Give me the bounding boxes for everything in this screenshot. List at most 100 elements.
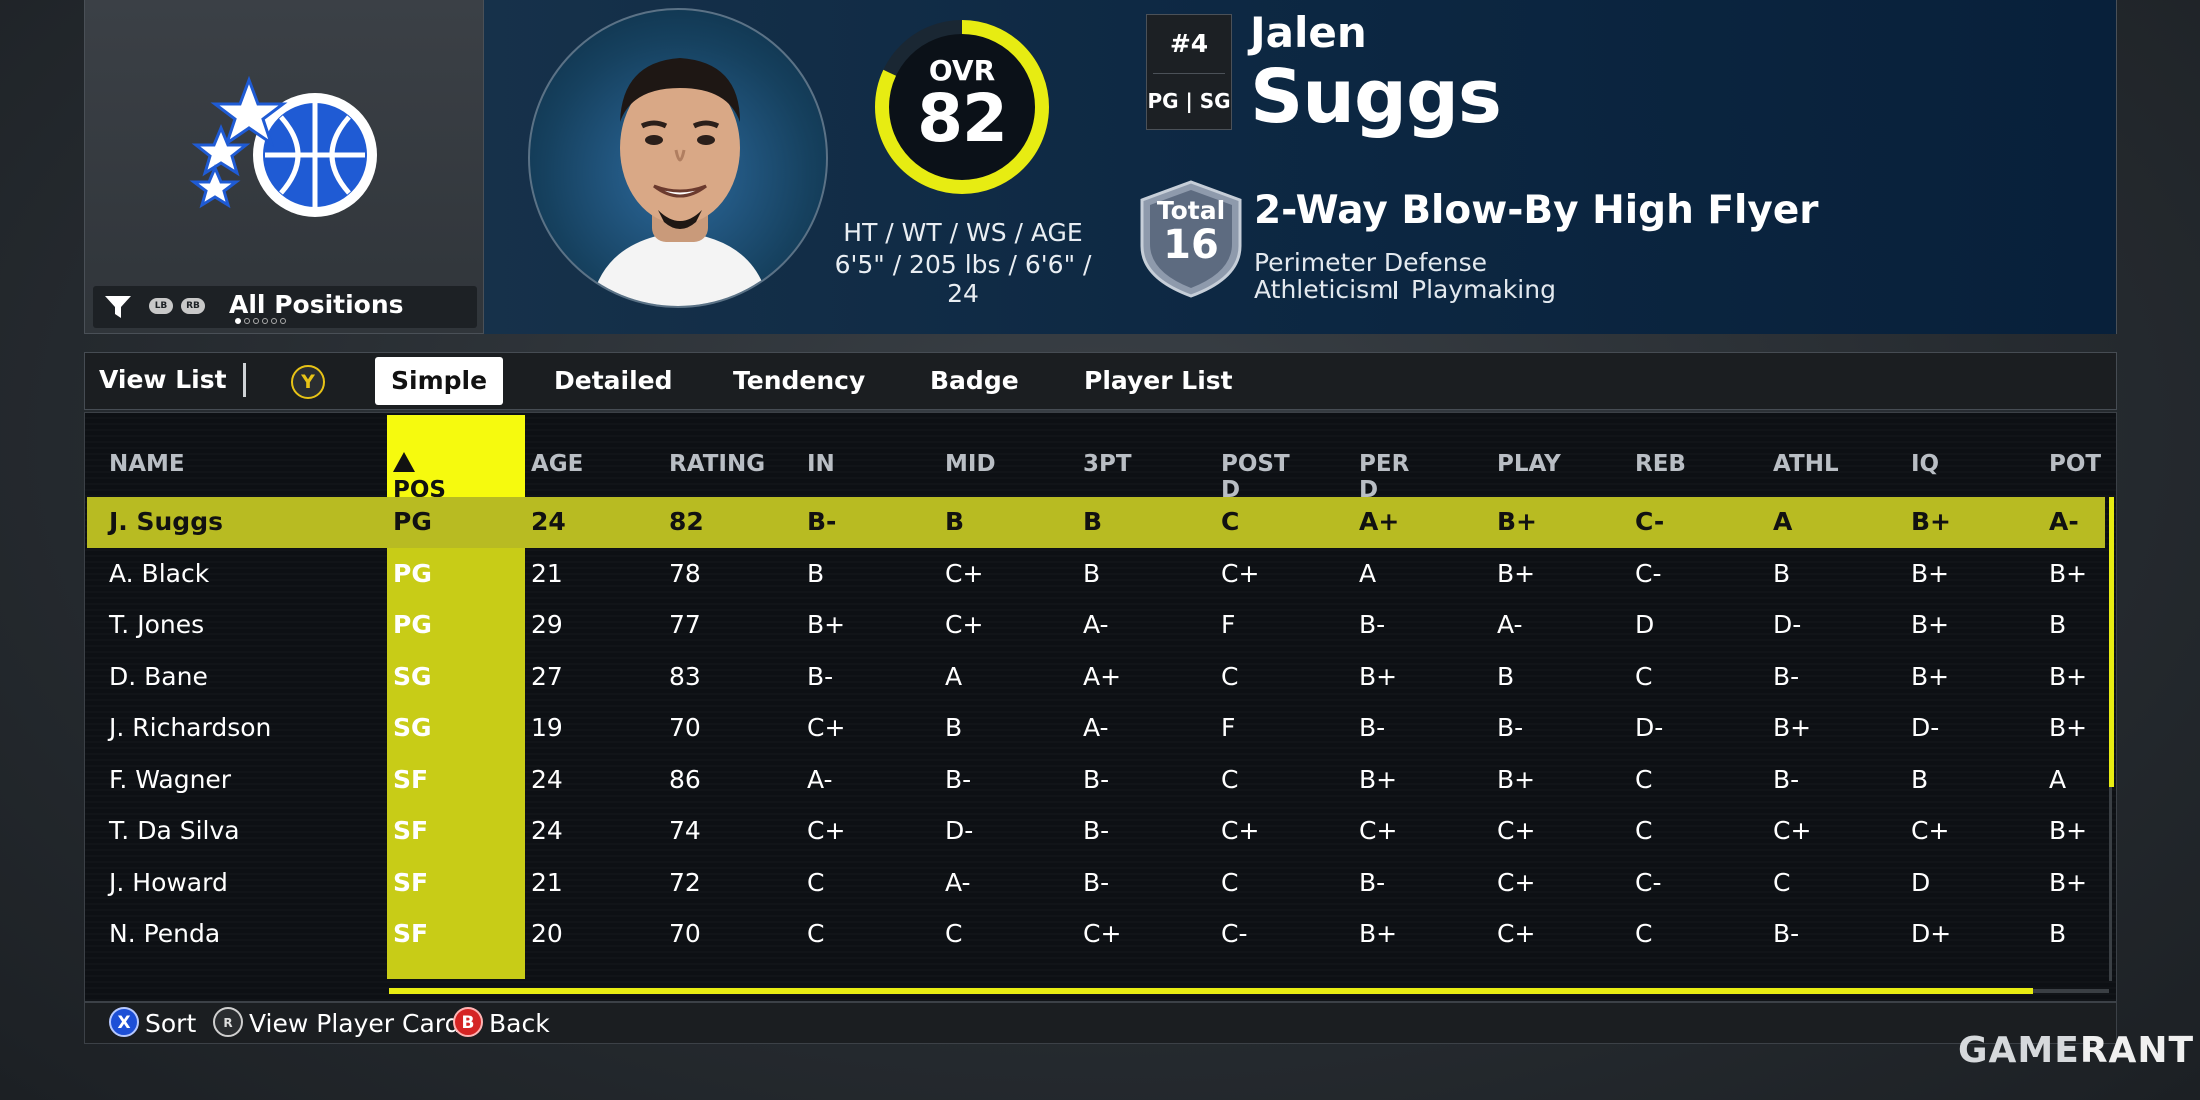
column-header-3pt[interactable]: 3PT — [1083, 451, 1132, 477]
cell-pos: SF — [393, 764, 429, 794]
cell-iq: D — [1911, 867, 1931, 897]
back-hint[interactable]: Back — [489, 1009, 550, 1038]
lb-button[interactable]: LB — [149, 298, 173, 314]
cell-in: B- — [807, 507, 837, 536]
y-button-icon[interactable]: Y — [291, 365, 325, 399]
cell-reb: C- — [1635, 507, 1665, 536]
cell-mid: B- — [945, 764, 972, 794]
tab-badge[interactable]: Badge — [930, 357, 1019, 405]
cell-pot: B+ — [2049, 713, 2088, 742]
cell-iq: D+ — [1911, 919, 1952, 948]
tab-simple[interactable]: Simple — [375, 357, 504, 405]
jersey-divider — [1153, 73, 1225, 74]
cell-play: B — [1497, 661, 1515, 691]
cell-pos: SG — [393, 661, 432, 691]
cell-pos: SG — [393, 713, 432, 742]
cell-mid: B — [945, 713, 963, 742]
cell-athl: B+ — [1773, 713, 1812, 742]
vertical-scrollbar-thumb[interactable] — [2109, 497, 2114, 787]
column-header-in[interactable]: IN — [807, 451, 835, 477]
cell-per-d: B+ — [1359, 661, 1398, 691]
cell-pot: B+ — [2049, 558, 2088, 588]
table-row[interactable]: D. Bane SG 27 83 B- A A+ C B+ B C B- B+ B+ — [87, 652, 2105, 703]
cell-reb: C — [1635, 919, 1653, 948]
column-header-pos[interactable]: POS — [393, 451, 446, 503]
rb-button[interactable]: RB — [181, 298, 205, 314]
cell-athl: A — [1773, 507, 1793, 536]
right-stick-icon[interactable]: R — [213, 1007, 243, 1037]
cell-per-d: B- — [1359, 610, 1386, 639]
cell-age: 29 — [531, 610, 563, 639]
column-header-mid[interactable]: MID — [945, 451, 996, 477]
archetype-skill: Athleticism — [1254, 275, 1394, 304]
cell-name: J. Suggs — [109, 507, 223, 536]
cell-age: 20 — [531, 919, 563, 948]
tab-player-list[interactable]: Player List — [1084, 357, 1233, 405]
table-row[interactable]: J. Suggs PG 24 82 B- B B C A+ B+ C- A B+ A- — [87, 497, 2105, 548]
column-header-iq[interactable]: IQ — [1911, 451, 1939, 477]
cell-in: C — [807, 919, 825, 948]
cell-mid: B — [945, 507, 965, 536]
cell-in: A- — [807, 764, 833, 794]
cell-athl: C+ — [1773, 816, 1812, 845]
column-header-name[interactable]: NAME — [109, 451, 185, 477]
x-button-icon[interactable]: X — [109, 1007, 139, 1037]
view-player-card-hint[interactable]: View Player Card — [249, 1009, 461, 1038]
column-header-play[interactable]: PLAY — [1497, 451, 1561, 477]
cell-3pt: A- — [1083, 610, 1109, 639]
tab-tendency[interactable]: Tendency — [733, 357, 865, 405]
cell-iq: D- — [1911, 713, 1940, 742]
cell-mid: A — [945, 661, 963, 691]
table-row[interactable]: N. Penda SF 20 70 C C C+ C- B+ C+ C B- D+ B — [87, 909, 2105, 960]
table-row[interactable]: A. Black PG 21 78 B C+ B C+ A B+ C- B B+ B+ — [87, 549, 2105, 600]
column-header-reb[interactable]: REB — [1635, 451, 1686, 477]
table-row[interactable]: F. Wagner SF 24 86 A- B- B- C B+ B+ C B- B A — [87, 755, 2105, 806]
cell-age: 21 — [531, 558, 563, 588]
cell-pos: PG — [393, 558, 432, 588]
cell-iq: B+ — [1911, 661, 1950, 691]
table-row[interactable]: T. Jones PG 29 77 B+ C+ A- F B- A- D D- B+ B — [87, 600, 2105, 651]
cell-pos: PG — [393, 610, 432, 639]
cell-reb: C — [1635, 661, 1653, 691]
cell-pot: A- — [2049, 507, 2079, 536]
roster-table: NAME POS AGE RATING IN MID 3PT POST D PER D PLAY R… — [84, 412, 2117, 1002]
column-header-per-d[interactable]: PER D — [1359, 451, 1409, 503]
column-header-rating[interactable]: RATING — [669, 451, 765, 477]
skill-divider — [1394, 281, 1397, 299]
cell-pos: SF — [393, 816, 429, 845]
column-header-pot[interactable]: POT — [2049, 451, 2101, 477]
cell-name: N. Penda — [109, 919, 221, 948]
badge-total-label: Total — [1156, 196, 1226, 225]
cell-reb: D- — [1635, 713, 1664, 742]
table-row[interactable]: J. Richardson SG 19 70 C+ B A- F B- B- D- B+ D- B+ — [87, 703, 2105, 754]
bio-value: 6'5" / 205 lbs / 6'6" / 24 — [834, 250, 1092, 308]
cell-play: B- — [1497, 713, 1524, 742]
position-filter[interactable]: LB RB All Positions — [93, 286, 477, 328]
cell-play: B+ — [1497, 507, 1538, 536]
cell-in: B — [807, 558, 825, 588]
table-row[interactable]: T. Da Silva SF 24 74 C+ D- B- C+ C+ C+ C C+ C+ B+ — [87, 806, 2105, 857]
tab-detailed[interactable]: Detailed — [554, 357, 673, 405]
sort-hint[interactable]: Sort — [145, 1009, 196, 1038]
column-header-age[interactable]: AGE — [531, 451, 583, 477]
column-header-athl[interactable]: ATHL — [1773, 451, 1839, 477]
table-row[interactable]: J. Howard SF 21 72 C A- B- C B- C+ C- C D B+ — [87, 858, 2105, 909]
cell-3pt: B- — [1083, 764, 1110, 794]
cell-reb: D — [1635, 610, 1655, 639]
column-header-post-d[interactable]: POST D — [1221, 451, 1290, 503]
cell-pot: B — [2049, 610, 2067, 639]
cell-post-d: C — [1221, 661, 1239, 691]
cell-3pt: B- — [1083, 816, 1110, 845]
horizontal-scrollbar-thumb[interactable] — [389, 988, 2033, 994]
gamerant-watermark: GAMERANT — [1958, 1030, 2195, 1071]
cell-rating: 86 — [669, 764, 701, 794]
cell-play: B+ — [1497, 764, 1536, 794]
cell-3pt: B — [1083, 507, 1103, 536]
partially-visible-row — [87, 969, 2105, 983]
cell-name: F. Wagner — [109, 764, 232, 794]
cell-reb: C- — [1635, 867, 1662, 897]
player-portrait — [528, 8, 828, 308]
cell-iq: B+ — [1911, 610, 1950, 639]
b-button-icon[interactable]: B — [453, 1007, 483, 1037]
cell-rating: 70 — [669, 713, 701, 742]
